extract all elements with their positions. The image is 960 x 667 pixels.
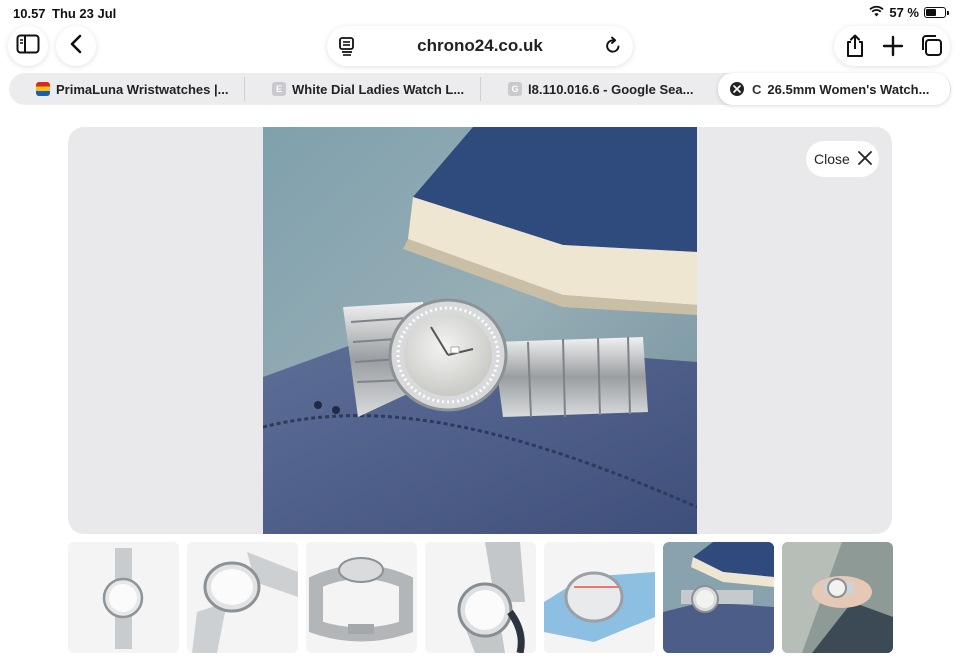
wifi-icon — [869, 5, 884, 20]
thumbnail-6-selected[interactable] — [663, 542, 774, 653]
new-tab-icon[interactable] — [882, 35, 904, 62]
tab-white-dial[interactable]: E White Dial Ladies Watch L... — [272, 73, 482, 105]
share-icon[interactable] — [844, 34, 866, 63]
chrono24-favicon-icon: C — [752, 81, 762, 97]
sidebar-icon — [16, 34, 40, 59]
thumbnail-7[interactable] — [782, 542, 893, 653]
status-indicators: 57 % — [869, 5, 949, 20]
close-label: Close — [814, 151, 850, 167]
tab-title: White Dial Ladies Watch L... — [292, 81, 465, 97]
tab-divider — [480, 77, 481, 101]
tab-primaluna[interactable]: PrimaLuna Wristwatches |... — [36, 73, 246, 105]
chevron-left-icon — [69, 34, 83, 59]
thumbnail-1[interactable] — [68, 542, 179, 653]
battery-percentage: 57 % — [889, 5, 919, 20]
close-tab-icon[interactable] — [730, 82, 744, 96]
status-time: 10.57 — [13, 6, 46, 21]
thumbnail-3[interactable] — [306, 542, 417, 653]
url-text: chrono24.co.uk — [417, 36, 543, 55]
thumbnail-5[interactable] — [544, 542, 655, 653]
image-viewer — [68, 127, 892, 534]
close-gallery-button[interactable]: Close — [806, 141, 879, 177]
page-favicon-icon: E — [272, 82, 286, 96]
status-bar: 10.57 Thu 23 Jul 57 % — [0, 0, 960, 26]
tab-bar: PrimaLuna Wristwatches |... E White Dial… — [9, 73, 951, 105]
tab-title: 26.5mm Women's Watch... — [767, 81, 930, 97]
back-button[interactable] — [56, 26, 96, 66]
primaluna-favicon-icon — [36, 82, 50, 96]
tab-title: PrimaLuna Wristwatches |... — [56, 81, 229, 97]
tab-chrono24-active[interactable]: C 26.5mm Women's Watch... — [718, 73, 950, 105]
status-date: Thu 23 Jul — [52, 6, 117, 21]
main-product-image[interactable] — [263, 127, 697, 534]
address-bar[interactable]: chrono24.co.uk — [327, 26, 633, 66]
tab-title: l8.110.016.6 - Google Sea... — [528, 81, 694, 97]
tab-google-search[interactable]: G l8.110.016.6 - Google Sea... — [508, 73, 718, 105]
sidebar-button[interactable] — [8, 26, 48, 66]
battery-icon — [924, 7, 949, 18]
thumbnail-strip — [68, 542, 893, 653]
toolbar-actions — [834, 26, 950, 66]
google-favicon-icon: G — [508, 82, 522, 96]
reload-icon[interactable] — [603, 36, 623, 61]
tab-divider — [244, 77, 245, 101]
close-icon — [850, 150, 873, 169]
thumbnail-2[interactable] — [187, 542, 298, 653]
tabs-overview-icon[interactable] — [919, 34, 943, 63]
thumbnail-4[interactable] — [425, 542, 536, 653]
